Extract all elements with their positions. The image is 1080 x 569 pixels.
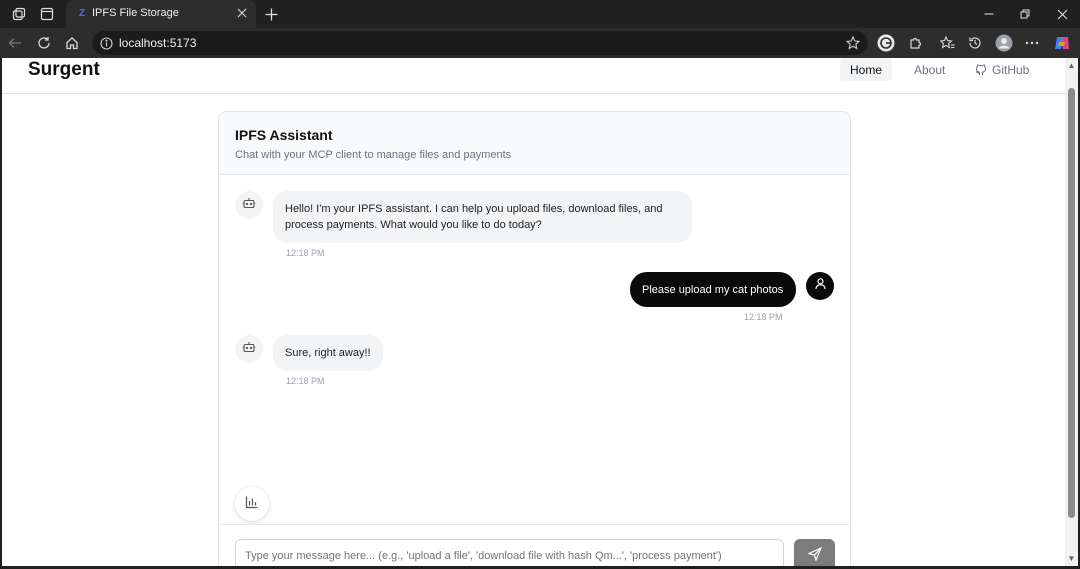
extensions-icon[interactable] — [905, 33, 925, 53]
grammarly-icon[interactable] — [876, 33, 896, 53]
bot-icon — [242, 340, 256, 359]
scrollbar-thumb[interactable] — [1068, 88, 1075, 518]
send-icon — [806, 546, 822, 566]
stats-button[interactable] — [235, 487, 269, 521]
bot-message: Sure, right away!! — [273, 335, 383, 371]
nav-github-label: GitHub — [992, 62, 1030, 77]
bar-chart-icon — [245, 495, 259, 514]
address-bar[interactable]: localhost:5173 — [92, 31, 868, 55]
favorite-star-icon[interactable] — [844, 34, 862, 52]
nav-github[interactable]: GitHub — [965, 58, 1039, 81]
chat-subtitle: Chat with your MCP client to manage file… — [235, 149, 512, 161]
home-icon[interactable] — [62, 33, 82, 53]
favorites-icon[interactable] — [937, 33, 957, 53]
browser-tab-bar: Z IPFS File Storage — [0, 0, 1080, 28]
github-icon — [975, 63, 987, 76]
tab-title: IPFS File Storage — [92, 7, 179, 19]
brand-logo[interactable]: Surgent — [28, 59, 100, 81]
url-text: localhost:5173 — [119, 36, 197, 50]
copilot-icon[interactable] — [1052, 33, 1072, 53]
message-time: 12:18 PM — [744, 312, 783, 322]
restore-icon[interactable] — [1015, 4, 1035, 24]
profile-icon[interactable] — [994, 33, 1014, 53]
user-icon — [814, 277, 827, 295]
bot-avatar — [235, 335, 263, 363]
tab-favicon: Z — [78, 7, 86, 19]
page-viewport: Surgent Home About GitHub IPFS Assistant… — [2, 58, 1065, 566]
bot-message: Hello! I'm your IPFS assistant. I can he… — [273, 191, 692, 243]
close-window-icon[interactable] — [1052, 4, 1072, 24]
chat-input-row — [219, 524, 850, 566]
user-message: Please upload my cat photos — [630, 272, 796, 307]
scroll-up-icon[interactable]: ▲ — [1067, 61, 1076, 70]
back-icon[interactable] — [5, 33, 25, 53]
close-tab-icon[interactable] — [234, 5, 250, 21]
nav-home[interactable]: Home — [840, 58, 893, 81]
tab-actions-icon[interactable] — [38, 5, 56, 23]
workspaces-icon[interactable] — [10, 5, 28, 23]
chat-title: IPFS Assistant — [235, 127, 333, 143]
bot-icon — [242, 196, 256, 215]
chat-header: IPFS Assistant Chat with your MCP client… — [219, 112, 850, 175]
refresh-icon[interactable] — [34, 33, 54, 53]
bot-avatar — [235, 191, 263, 219]
send-button[interactable] — [794, 539, 835, 566]
scroll-down-icon[interactable]: ▼ — [1067, 554, 1076, 563]
user-avatar — [806, 272, 834, 300]
minimize-icon[interactable] — [979, 4, 999, 24]
history-icon[interactable] — [965, 33, 985, 53]
site-header: Surgent Home About GitHub — [2, 58, 1065, 94]
more-icon[interactable] — [1022, 33, 1042, 53]
page-scrollbar[interactable]: ▲ ▼ — [1065, 58, 1078, 566]
message-time: 12:18 PM — [286, 248, 325, 258]
new-tab-icon[interactable] — [261, 4, 281, 24]
message-time: 12:18 PM — [286, 376, 325, 386]
browser-toolbar: localhost:5173 — [0, 28, 1080, 58]
nav-about[interactable]: About — [904, 58, 955, 81]
site-info-icon[interactable] — [98, 35, 114, 51]
chat-card: IPFS Assistant Chat with your MCP client… — [218, 111, 851, 566]
active-tab[interactable]: Z IPFS File Storage — [66, 0, 256, 28]
message-input[interactable] — [235, 539, 784, 566]
